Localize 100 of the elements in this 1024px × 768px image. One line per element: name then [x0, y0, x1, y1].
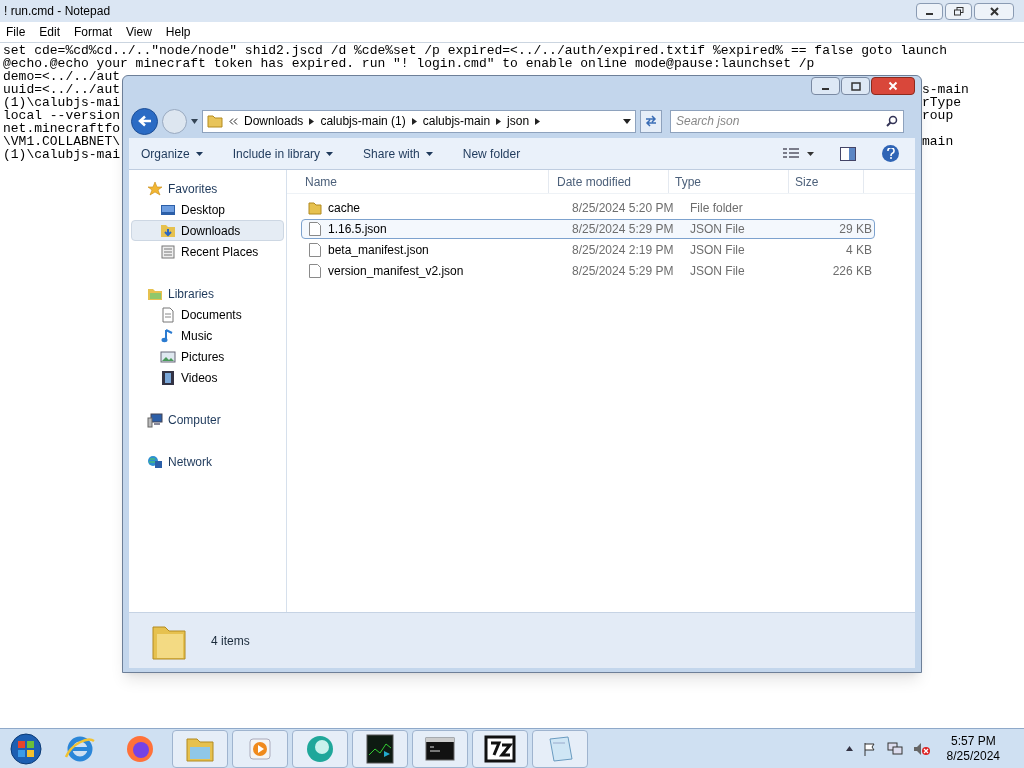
file-row[interactable]: version_manifest_v2.json 8/25/2024 5:29 PM JSON File 226 KB: [301, 261, 875, 281]
nav-group[interactable]: Computer: [168, 410, 221, 429]
star-icon: [147, 180, 163, 197]
code-line: \VM1.COLLABNET\: [3, 134, 121, 149]
menu-item[interactable]: View: [126, 23, 152, 41]
restore-button[interactable]: [945, 2, 972, 20]
code-line: main: [922, 135, 954, 148]
nav-group[interactable]: Libraries: [168, 284, 215, 303]
menu-item[interactable]: Help: [165, 23, 191, 41]
document-icon: [160, 306, 176, 323]
close-icon: [888, 81, 898, 91]
close-button[interactable]: [871, 77, 915, 95]
nav-group[interactable]: Favorites: [168, 179, 218, 198]
double-chevron-icon[interactable]: [229, 117, 238, 125]
nav-item[interactable]: Music: [131, 325, 284, 346]
caret-icon: [807, 151, 814, 156]
menu-item[interactable]: File: [6, 23, 26, 41]
toolbar-button[interactable]: Include in library: [232, 144, 334, 163]
address-bar[interactable]: Downloads calubjs-main (1) calubjs-main json: [202, 109, 636, 133]
computer-icon: [147, 411, 163, 428]
history-caret-icon[interactable]: [191, 118, 198, 124]
preview-pane-button[interactable]: [840, 146, 856, 161]
folder-icon: [207, 114, 223, 128]
breadcrumb-item[interactable]: calubjs-main (1): [320, 112, 406, 130]
network-icon[interactable]: [886, 741, 903, 756]
file-row[interactable]: cache 8/25/2024 5:20 PM File folder: [301, 198, 875, 218]
minimize-button[interactable]: [811, 77, 840, 95]
breadcrumb-item[interactable]: Downloads: [244, 112, 304, 130]
file-name: beta_manifest.json: [328, 242, 429, 259]
folder-icon: [308, 200, 322, 216]
windows-logo-icon: [8, 730, 44, 767]
column-header[interactable]: Size: [789, 170, 864, 193]
file-type: JSON File: [689, 263, 746, 280]
dropdown-caret-icon[interactable]: [623, 118, 631, 124]
chevron-icon[interactable]: [535, 117, 541, 125]
flag-icon[interactable]: [862, 741, 877, 756]
code-line: demo=<../../aut: [3, 69, 121, 84]
minimize-icon: [926, 12, 933, 15]
clock-time[interactable]: 5:57 PM: [950, 733, 996, 749]
breadcrumb-item[interactable]: json: [507, 112, 530, 130]
muted-speaker-icon[interactable]: [912, 741, 931, 756]
close-button[interactable]: [974, 2, 1014, 20]
code-line: local --version: [3, 108, 121, 123]
view-options-button[interactable]: [783, 147, 814, 160]
file-size: 4 KB: [846, 243, 872, 257]
breadcrumb-item[interactable]: calubjs-main: [422, 112, 491, 130]
search-input: Search json: [676, 112, 886, 130]
menu-item[interactable]: Edit: [39, 23, 61, 41]
chevron-icon[interactable]: [496, 117, 502, 125]
file-size: 226 KB: [832, 264, 872, 278]
show-hidden-icons-caret[interactable]: [845, 746, 853, 751]
search-icon: [886, 115, 898, 127]
taskbar-button[interactable]: [352, 729, 408, 768]
taskbar-button[interactable]: [472, 729, 528, 768]
nav-item[interactable]: Pictures: [131, 346, 284, 367]
menu-item[interactable]: Format: [74, 23, 113, 41]
file-name: version_manifest_v2.json: [328, 263, 464, 280]
restore-icon: [953, 6, 964, 16]
column-header[interactable]: Name: [287, 170, 549, 193]
close-icon: [989, 6, 999, 16]
file-date: 8/25/2024 5:20 PM: [571, 200, 675, 217]
file-name: 1.16.5.json: [328, 221, 387, 238]
toolbar-button[interactable]: New folder: [462, 144, 521, 163]
maximize-icon: [850, 81, 861, 91]
help-button[interactable]: [882, 145, 899, 162]
nav-item[interactable]: Desktop: [131, 199, 284, 220]
refresh-button[interactable]: [640, 109, 662, 133]
file-name: cache: [328, 200, 361, 217]
chevron-icon[interactable]: [309, 117, 315, 125]
taskbar-button[interactable]: [412, 729, 468, 768]
file-date: 8/25/2024 5:29 PM: [571, 263, 675, 280]
file-row[interactable]: beta_manifest.json 8/25/2024 2:19 PM JSON File 4 KB: [301, 240, 875, 260]
file-date: 8/25/2024 2:19 PM: [571, 242, 675, 259]
nav-item[interactable]: Recent Places: [131, 241, 284, 262]
nav-group[interactable]: Network: [168, 452, 212, 471]
column-header[interactable]: Date modified: [549, 170, 669, 193]
code-line: @echo.@echo your minecraft token has expired. run "! login.cmd" to enable online mode@pause:launchset /p: [3, 56, 815, 71]
toolbar-button[interactable]: Organize: [141, 144, 203, 163]
minimize-button[interactable]: [916, 2, 943, 20]
file-icon: [308, 263, 322, 279]
clock-date[interactable]: 8/25/2024: [946, 748, 1000, 764]
toolbar-button[interactable]: Share with: [363, 144, 433, 163]
code-line: uuid=<../../aut: [3, 82, 121, 97]
code-line: (1)\calubjs-mai: [3, 95, 121, 110]
code-line: rType: [922, 96, 961, 109]
chevron-icon[interactable]: [411, 117, 417, 125]
help-icon: [886, 148, 895, 159]
file-row[interactable]: 1.16.5.json 8/25/2024 5:29 PM JSON File 29 KB: [301, 219, 875, 239]
code-line: s-main: [922, 83, 969, 96]
file-type: JSON File: [689, 242, 746, 259]
refresh-icon: [644, 115, 658, 127]
nav-item[interactable]: Videos: [131, 367, 284, 388]
maximize-button[interactable]: [841, 77, 870, 95]
window-title: ! run.cmd - Notepad: [4, 3, 111, 20]
file-size: 29 KB: [839, 222, 872, 236]
column-header[interactable]: Type: [669, 170, 789, 193]
nav-item[interactable]: Documents: [131, 304, 284, 325]
search-field[interactable]: Search json: [670, 109, 904, 133]
nav-item[interactable]: Downloads: [131, 220, 284, 241]
back-button[interactable]: [131, 107, 158, 135]
